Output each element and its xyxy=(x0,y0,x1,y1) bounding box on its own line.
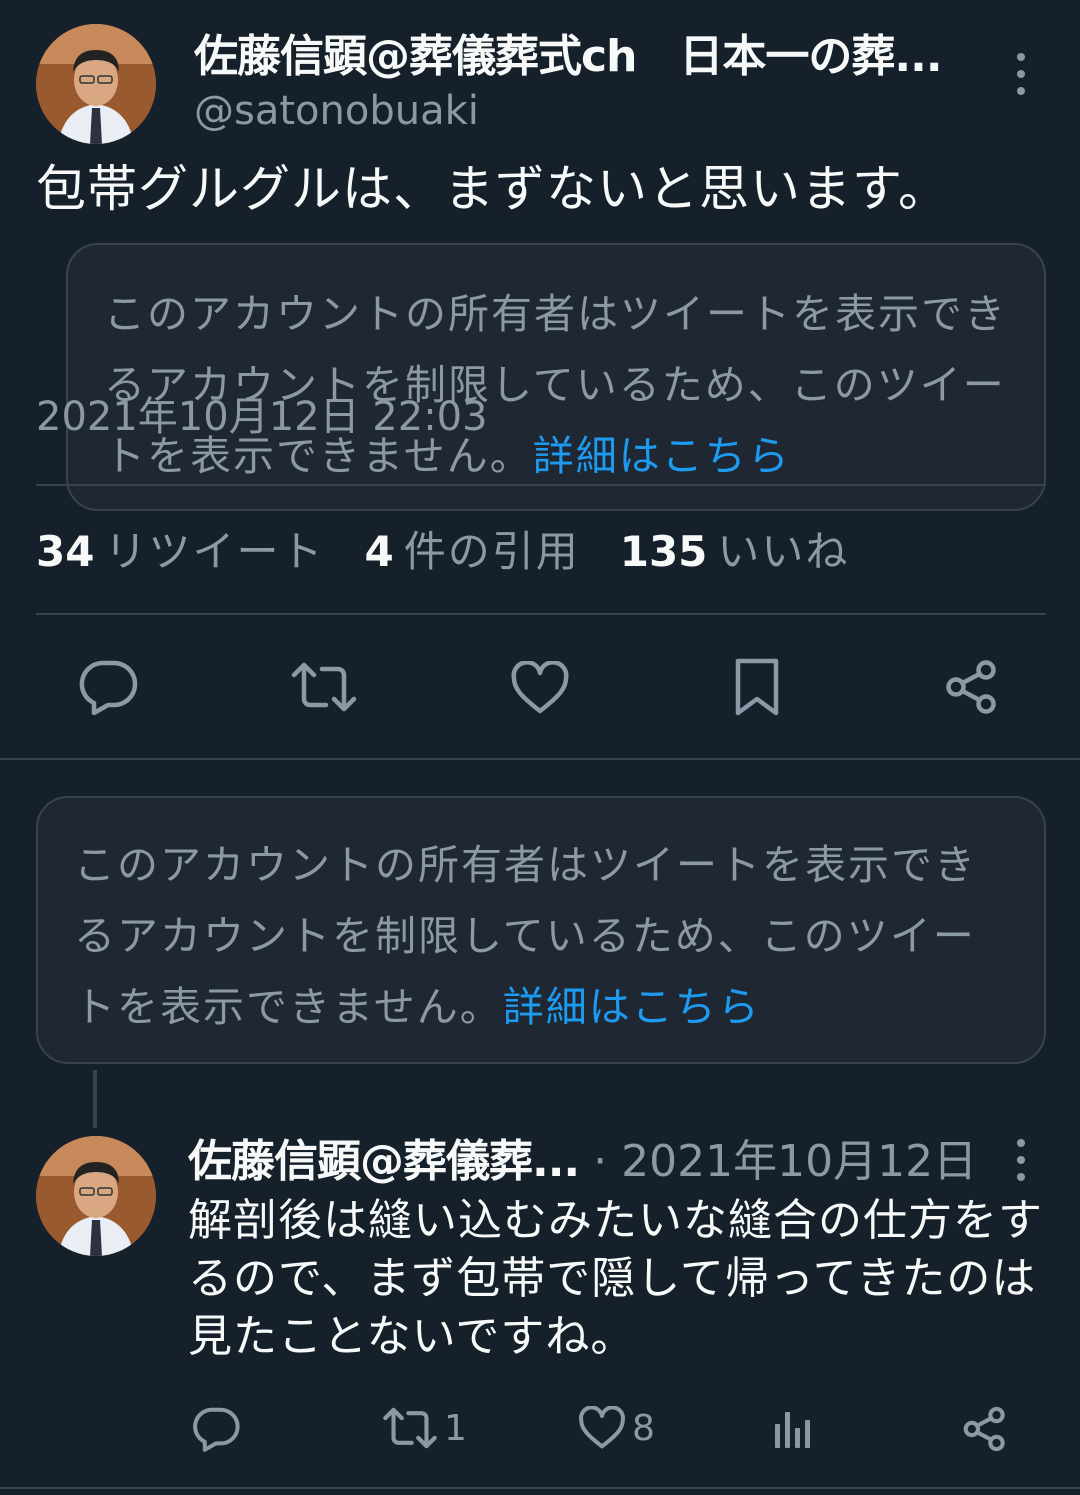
retweet-count: 1 xyxy=(444,1407,467,1449)
reply-header: 佐藤信顕@葬儀葬... · 2021年10月12日 xyxy=(188,1134,977,1190)
like-button[interactable]: 8 xyxy=(578,1406,655,1450)
tweet-text: 解剖後は縫い込むみたいな縫合の仕方をするので、まず包帯で隠して帰ってきたのは見た… xyxy=(188,1195,1043,1362)
section-divider xyxy=(0,1487,1080,1489)
avatar-photo xyxy=(36,24,156,144)
bookmark-button[interactable] xyxy=(732,657,782,717)
bookmark-icon xyxy=(735,658,779,716)
avatar[interactable] xyxy=(36,1136,156,1256)
tweet-stats: 34 リツイート 4 件の引用 135 いいね xyxy=(36,522,849,582)
learn-more-link[interactable]: 詳細はこちら xyxy=(503,983,761,1031)
like-button[interactable] xyxy=(510,661,570,715)
like-count: 8 xyxy=(632,1407,655,1449)
analytics-icon xyxy=(775,1412,810,1448)
display-name[interactable]: 佐藤信顕@葬儀葬式ch 日本一の葬... xyxy=(194,30,974,84)
like-icon xyxy=(511,661,569,714)
likes-stat[interactable]: 135 いいね xyxy=(620,522,850,582)
like-icon xyxy=(579,1406,625,1449)
quotes-stat[interactable]: 4 件の引用 xyxy=(364,522,579,582)
more-icon[interactable] xyxy=(1001,44,1041,104)
retweets-stat[interactable]: 34 リツイート xyxy=(36,522,324,582)
reply-button[interactable] xyxy=(78,659,138,715)
more-icon[interactable] xyxy=(1001,1130,1041,1190)
divider xyxy=(36,613,1046,615)
reply-icon xyxy=(79,660,138,715)
tweet-detail-page: 佐藤信顕@葬儀葬式ch 日本一の葬... @satonobuaki 包帯グルグル… xyxy=(0,0,1080,1495)
restricted-message: このアカウントの所有者はツイートを表示できるアカウントを制限しているため、このツ… xyxy=(74,841,977,1031)
avatar-photo xyxy=(36,1136,156,1256)
main-action-bar xyxy=(0,655,1080,719)
retweet-button[interactable] xyxy=(290,661,358,713)
retweet-icon xyxy=(291,662,357,712)
reply-icon xyxy=(193,1407,240,1452)
share-icon xyxy=(946,660,996,714)
share-button[interactable] xyxy=(944,659,1000,715)
reply-button[interactable] xyxy=(192,1406,240,1452)
retweet-button[interactable]: 1 xyxy=(382,1406,467,1450)
thread-connector xyxy=(93,1070,97,1128)
quoted-tweet-card[interactable]: このアカウントの所有者はツイートを表示できるアカウントを制限しているため、このツ… xyxy=(66,243,1046,511)
display-name[interactable]: 佐藤信顕@葬儀葬... xyxy=(188,1136,580,1187)
avatar[interactable] xyxy=(36,24,156,144)
user-handle[interactable]: @satonobuaki xyxy=(194,86,479,136)
share-button[interactable] xyxy=(962,1406,1008,1452)
divider xyxy=(36,484,1046,486)
tweet-text: 包帯グルグルは、まずないと思います。 xyxy=(36,160,949,218)
restricted-tweet-card[interactable]: このアカウントの所有者はツイートを表示できるアカウントを制限しているため、このツ… xyxy=(36,796,1046,1064)
learn-more-link[interactable]: 詳細はこちら xyxy=(533,432,791,480)
reply-timestamp[interactable]: · 2021年10月12日 xyxy=(579,1136,977,1187)
tweet-timestamp[interactable]: 2021年10月12日 22:03 xyxy=(36,390,488,444)
retweet-icon xyxy=(383,1407,437,1449)
restricted-message: このアカウントの所有者はツイートを表示できるアカウントを制限しているため、このツ… xyxy=(104,290,1007,480)
section-divider xyxy=(0,758,1080,760)
share-icon xyxy=(963,1406,1005,1452)
reply-action-bar: 1 8 xyxy=(0,1402,1080,1458)
analytics-button[interactable] xyxy=(772,1408,814,1450)
